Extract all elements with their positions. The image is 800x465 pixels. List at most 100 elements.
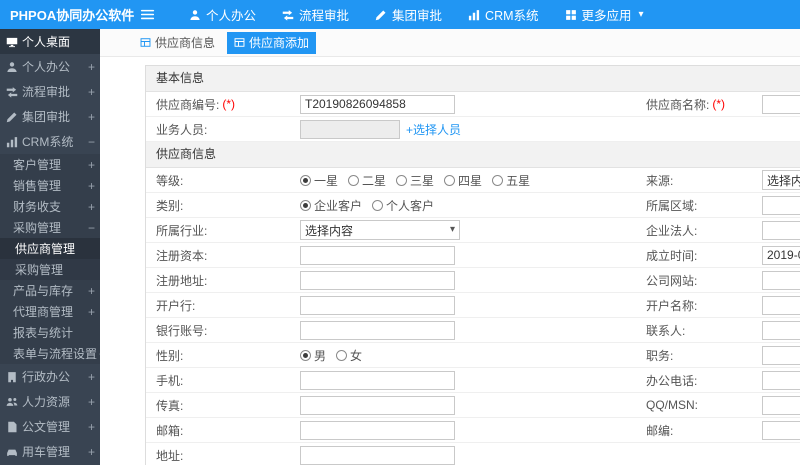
company-website-input[interactable] [762,270,800,290]
radio-option-level-0[interactable]: 一星 [300,172,338,189]
radio-unchecked-icon[interactable] [396,174,408,186]
sidebar-item-agent-mgmt[interactable]: 代理商管理 + [0,301,100,322]
expand-toggle-icon[interactable]: + [86,395,95,409]
bank-account-input[interactable] [300,320,455,340]
radio-option-category-0[interactable]: 企业客户 [300,197,362,214]
radio-unchecked-icon[interactable] [348,174,360,186]
email-input[interactable] [300,420,455,440]
registered-capital-input[interactable] [300,245,455,265]
supplier-code-input[interactable] [300,94,455,114]
legal-person-input[interactable] [762,220,800,240]
select-person-link[interactable]: +选择人员 [406,121,461,138]
supplier-name-input[interactable] [762,94,800,114]
address-input[interactable] [300,445,455,465]
expand-toggle-icon[interactable]: + [86,60,95,74]
sidebar-item-purchasing[interactable]: 采购管理 [0,259,100,280]
expand-toggle-icon[interactable]: + [86,110,95,124]
radio-option-level-2[interactable]: 三星 [396,172,434,189]
expand-toggle-icon[interactable]: + [86,200,95,214]
sidebar-item-process-approval[interactable]: 流程审批 + [0,79,100,104]
expand-toggle-icon[interactable]: + [86,420,95,434]
fax-input[interactable] [300,395,455,415]
nav-item-label: 个人办公 [206,9,257,23]
desktop-icon [6,36,18,48]
region-input[interactable] [762,195,800,215]
office-phone-input[interactable] [762,370,800,390]
label-mobile: 手机: [146,368,296,392]
radio-option-category-1[interactable]: 个人客户 [372,197,434,214]
nav-item-crm-system[interactable]: CRM系统 [455,0,551,29]
qq-msn-input[interactable] [762,395,800,415]
tab-supplier-add[interactable]: 供应商添加 [227,31,317,54]
sidebar-item-customer-mgmt[interactable]: 客户管理 + [0,154,100,175]
car-icon [6,446,18,458]
sidebar-item-reports-stats[interactable]: 报表与统计 [0,322,100,343]
radio-unchecked-icon[interactable] [492,174,504,186]
radio-option-level-1[interactable]: 二星 [348,172,386,189]
founding-date-input[interactable] [762,245,800,265]
radio-option-gender-1[interactable]: 女 [336,347,362,364]
expand-toggle-icon[interactable]: + [86,85,95,99]
radio-unchecked-icon[interactable] [444,174,456,186]
sidebar-item-finance-inout[interactable]: 财务收支 + [0,196,100,217]
label-supplier-name: 供应商名称: (*) [646,92,758,116]
business-person-input[interactable] [300,119,400,139]
sidebar-item-label: 客户管理 [13,158,62,172]
bank-input[interactable] [300,295,455,315]
sidebar-item-personal-desktop[interactable]: 个人桌面 [0,29,100,54]
sidebar-item-personal-office[interactable]: 个人办公 + [0,54,100,79]
radio-checked-icon[interactable] [300,349,311,361]
nav-item-process-approval[interactable]: 流程审批 [269,0,362,29]
industry-select[interactable]: 选择内容 ▾ [300,220,460,240]
sidebar-item-crm-system[interactable]: CRM系统 − [0,129,100,154]
postcode-input[interactable] [762,420,800,440]
radio-option-level-4[interactable]: 五星 [492,172,530,189]
radio-option-gender-0[interactable]: 男 [300,347,326,364]
sidebar-item-purchase-mgmt[interactable]: 采购管理 − [0,217,100,238]
sidebar-item-product-inventory[interactable]: 产品与库存 + [0,280,100,301]
position-input[interactable] [762,345,800,365]
sidebar-item-admin-office[interactable]: 行政办公 + [0,364,100,389]
sidebar-item-supplier-mgmt[interactable]: 供应商管理 [0,238,100,259]
account-name-input[interactable] [762,295,800,315]
nav-item-more-apps[interactable]: 更多应用 ▾ [552,0,657,29]
mobile-input[interactable] [300,370,455,390]
expand-toggle-icon[interactable]: + [86,370,95,384]
label-region: 所属区域: [646,193,758,217]
label-company-website: 公司网站: [646,268,758,292]
sidebar-item-form-flow-settings[interactable]: 表单与流程设置+ [0,343,100,364]
contact-person-input[interactable] [762,320,800,340]
field-label: 开户行: [156,298,196,313]
expand-toggle-icon[interactable]: + [86,284,95,298]
expand-toggle-icon[interactable]: + [86,445,95,459]
field-qq-msn [758,393,800,417]
radio-option-level-3[interactable]: 四星 [444,172,482,189]
nav-item-personal-office[interactable]: 个人办公 [176,0,269,29]
expand-toggle-icon[interactable]: + [86,179,95,193]
field-category: 企业客户 个人客户 [296,193,646,217]
section-header-basic-info: 基本信息 [146,66,800,92]
field-label: 邮编: [646,423,674,438]
expand-toggle-icon[interactable]: − [86,135,95,149]
sidebar-item-sales-mgmt[interactable]: 销售管理 + [0,175,100,196]
field-supplier-name [758,92,800,116]
label-registered-capital: 注册资本: [146,243,296,267]
sidebar-item-group-approval[interactable]: 集团审批 + [0,104,100,129]
expand-toggle-icon[interactable]: + [86,305,95,319]
expand-toggle-icon[interactable]: − [86,221,95,235]
radio-unchecked-icon[interactable] [372,199,384,211]
radio-unchecked-icon[interactable] [336,349,348,361]
registered-address-input[interactable] [300,270,455,290]
sidebar-item-human-resources[interactable]: 人力资源 + [0,389,100,414]
radio-checked-icon[interactable] [300,174,311,186]
menu-toggle[interactable] [132,7,162,22]
radio-checked-icon[interactable] [300,199,311,211]
nav-item-group-approval[interactable]: 集团审批 [362,0,455,29]
empty-label-cell [646,443,758,465]
field-business-person: +选择人员 [296,117,646,141]
tab-supplier-info[interactable]: 供应商信息 [133,32,222,54]
sidebar-item-vehicle-mgmt[interactable]: 用车管理 + [0,439,100,464]
expand-toggle-icon[interactable]: + [86,158,95,172]
source-select[interactable]: 选择内容▾ [762,170,800,190]
sidebar-item-document-mgmt[interactable]: 公文管理 + [0,414,100,439]
